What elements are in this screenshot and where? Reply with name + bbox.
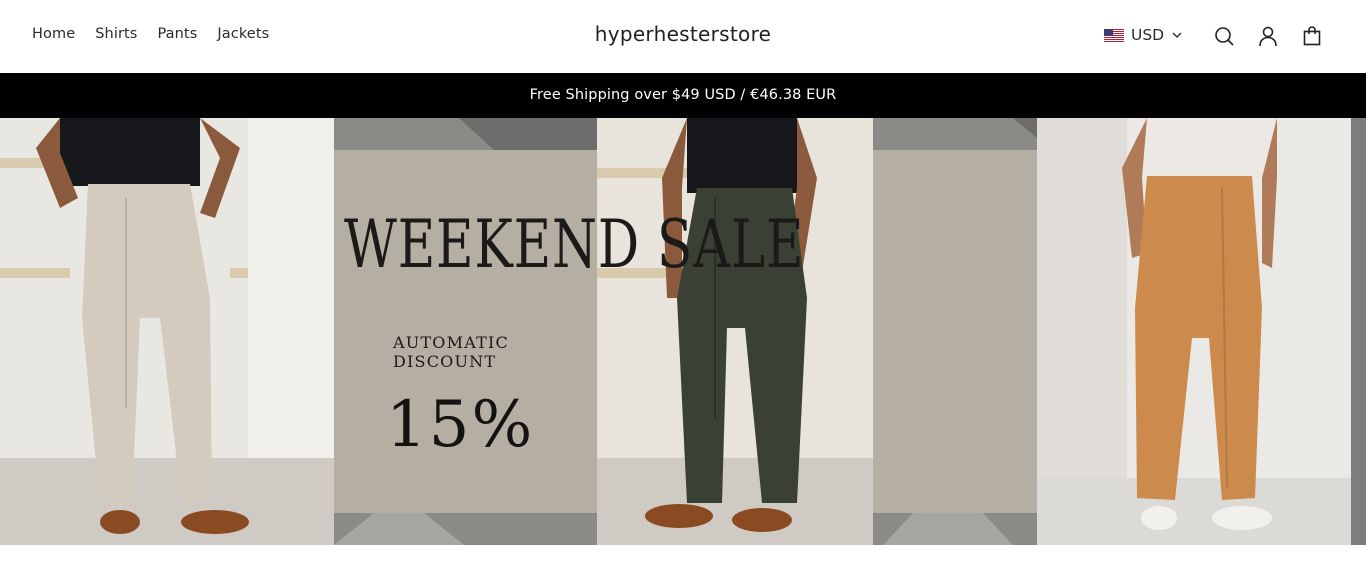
currency-selector[interactable]: USD <box>1104 26 1183 44</box>
search-icon[interactable] <box>1213 25 1235 47</box>
hero-banner[interactable]: WEEKEND SALE AUTOMATIC DISCOUNT 15% <box>0 118 1366 545</box>
hero-edge-strip <box>1351 118 1366 545</box>
sale-panel-background <box>334 118 597 545</box>
decorative-panel <box>873 118 1037 545</box>
hero-title: WEEKEND SALE <box>344 206 805 283</box>
site-header: Home Shirts Pants Jackets hyperhestersto… <box>0 0 1366 73</box>
us-flag-icon <box>1104 28 1124 42</box>
currency-code: USD <box>1131 26 1165 44</box>
account-icon[interactable] <box>1257 25 1279 47</box>
hero-subtitle: AUTOMATIC DISCOUNT <box>393 333 553 371</box>
hero-subtitle-line1: AUTOMATIC <box>393 333 509 352</box>
chevron-down-icon <box>1172 32 1182 38</box>
hero-discount: 15% <box>386 388 535 462</box>
hero-photo-beige-pants <box>0 118 334 545</box>
hero-subtitle-line2: DISCOUNT <box>393 352 497 371</box>
hero-photo-orange-pants <box>1037 118 1351 545</box>
announcement-bar: Free Shipping over $49 USD / €46.38 EUR <box>0 73 1366 118</box>
hero-photo-green-pants <box>597 118 873 545</box>
cart-icon[interactable] <box>1301 25 1323 47</box>
